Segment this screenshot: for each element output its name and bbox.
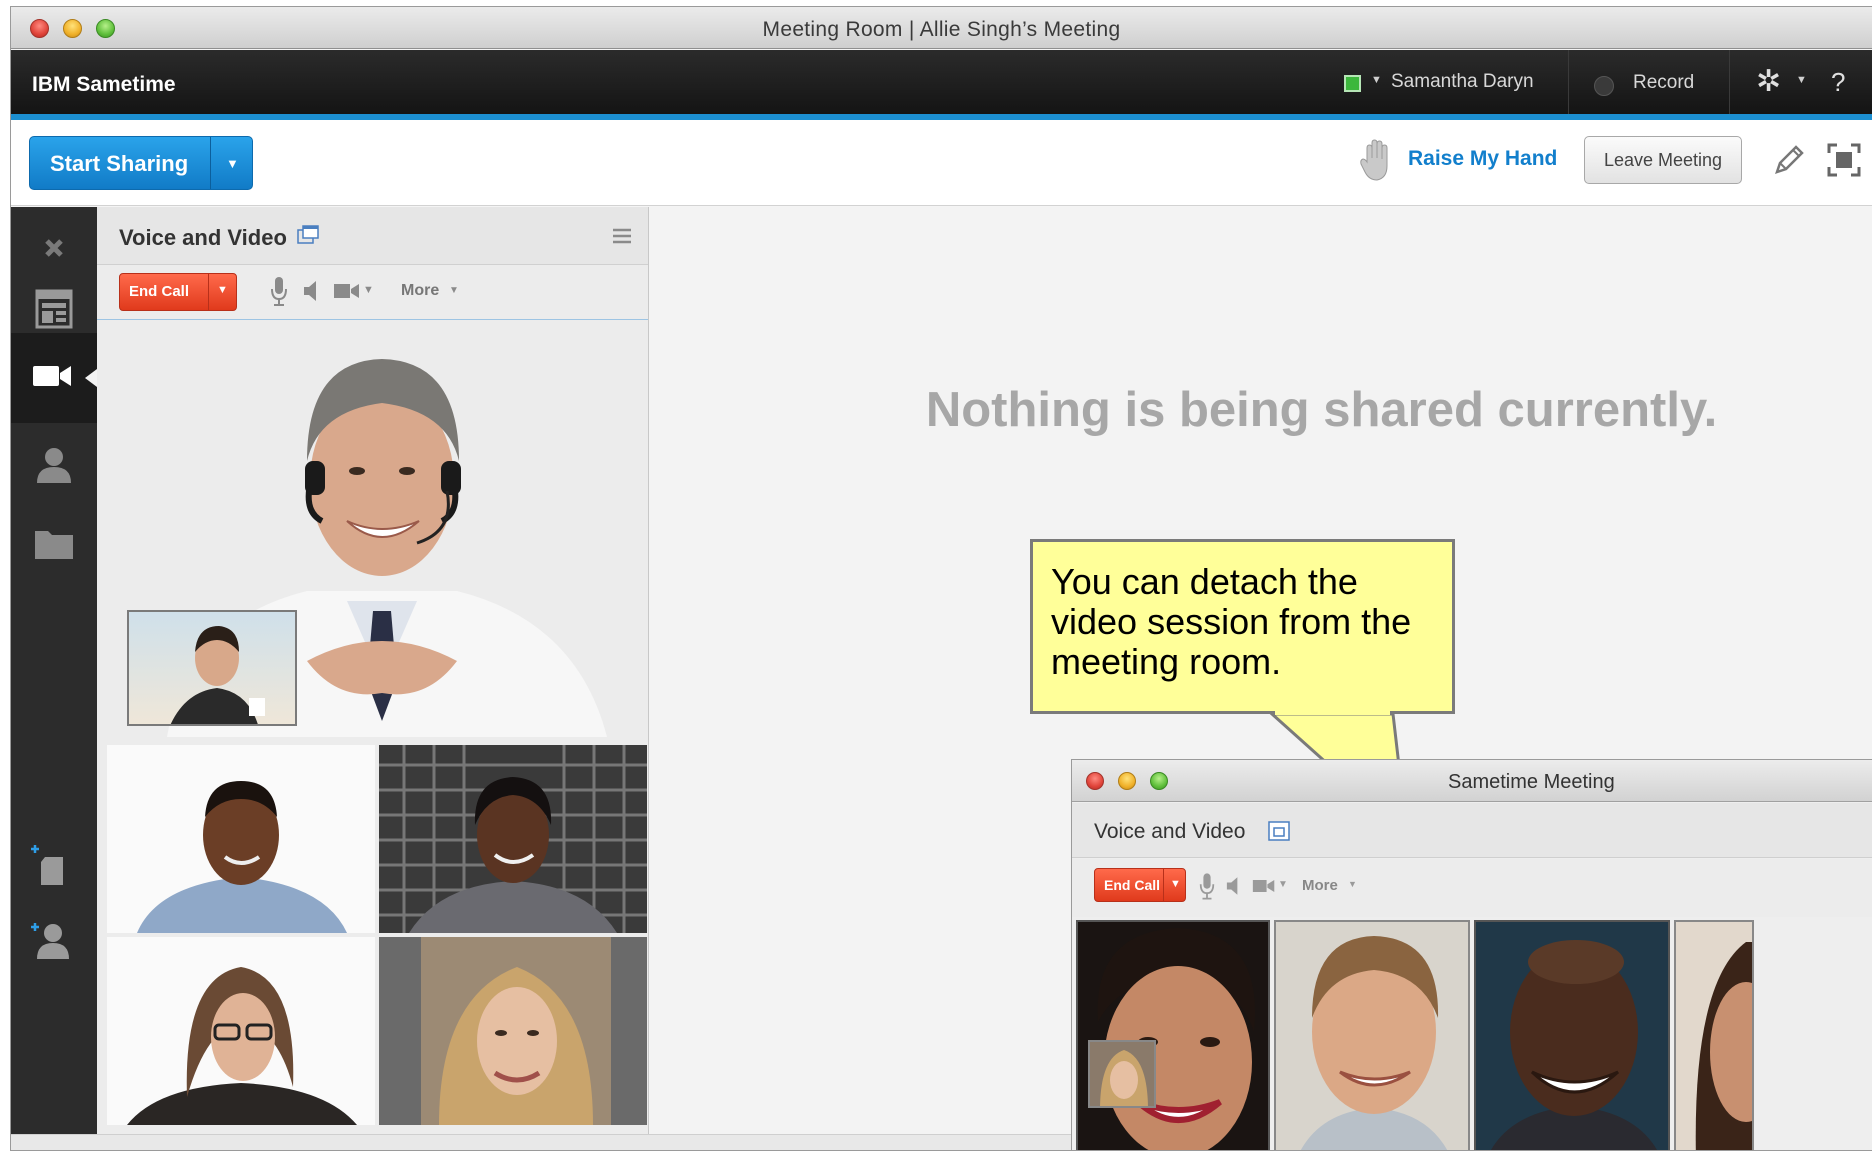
raise-hand-button[interactable]: Raise My Hand bbox=[1408, 147, 1557, 171]
participant-video bbox=[107, 937, 375, 1125]
app-header: IBM Sametime ▼ Samantha Daryn Record ✲ ▼… bbox=[11, 50, 1872, 114]
record-button[interactable]: Record bbox=[1633, 72, 1694, 94]
detached-title-bar: Sametime Meeting bbox=[1072, 760, 1872, 802]
participant-video bbox=[1676, 922, 1752, 1150]
rail-item-video[interactable] bbox=[11, 333, 97, 423]
record-icon[interactable] bbox=[1594, 76, 1614, 96]
voice-video-panel: Voice and Video End Call ▼ ▼ More ▼ bbox=[97, 207, 649, 1150]
rail-item-add-person[interactable] bbox=[11, 899, 97, 989]
horizontal-scrollbar[interactable] bbox=[11, 1134, 1071, 1150]
chevron-down-icon[interactable]: ▼ bbox=[217, 284, 228, 296]
title-bar: Meeting Room | Allie Singh’s Meeting bbox=[11, 7, 1872, 49]
raise-hand-icon[interactable] bbox=[1359, 138, 1393, 182]
rail-item-participants[interactable] bbox=[11, 423, 97, 513]
video-tile-participant[interactable] bbox=[107, 937, 375, 1125]
zoom-window-button[interactable] bbox=[1150, 772, 1168, 790]
self-view-video bbox=[129, 612, 295, 724]
participant-video bbox=[1476, 922, 1668, 1150]
panel-title: Voice and Video bbox=[119, 225, 287, 250]
video-tile-participant[interactable] bbox=[1474, 920, 1670, 1150]
detached-window-title: Sametime Meeting bbox=[1448, 771, 1615, 793]
end-call-label: End Call bbox=[129, 283, 190, 300]
speaker-icon[interactable] bbox=[1226, 875, 1240, 897]
camera-icon[interactable] bbox=[333, 282, 361, 300]
more-menu[interactable]: More bbox=[1302, 877, 1338, 894]
video-tile-participant[interactable] bbox=[1076, 920, 1270, 1150]
chevron-down-icon[interactable]: ▼ bbox=[363, 284, 374, 296]
video-tile-participant[interactable] bbox=[379, 745, 647, 933]
chevron-down-icon[interactable]: ▼ bbox=[1796, 74, 1807, 86]
leave-meeting-button[interactable]: Leave Meeting bbox=[1584, 136, 1742, 184]
callout-text: You can detach the video session from th… bbox=[1051, 561, 1412, 682]
video-tile-participant[interactable] bbox=[379, 937, 647, 1125]
end-call-label: End Call bbox=[1104, 877, 1161, 893]
self-view-thumbnail[interactable] bbox=[127, 610, 297, 726]
pencil-icon[interactable] bbox=[1771, 142, 1807, 178]
chevron-down-icon[interactable]: ▼ bbox=[1371, 74, 1382, 86]
dock-icon[interactable] bbox=[1268, 821, 1290, 841]
start-sharing-label: Start Sharing bbox=[50, 151, 189, 176]
self-view-video bbox=[1090, 1042, 1154, 1106]
microphone-icon[interactable] bbox=[269, 275, 289, 307]
divider bbox=[208, 274, 209, 310]
close-window-button[interactable] bbox=[1086, 772, 1104, 790]
start-sharing-button[interactable]: Start Sharing ▼ bbox=[29, 136, 253, 190]
participant-video bbox=[1276, 922, 1468, 1150]
tooltip-callout: You can detach the video session from th… bbox=[1030, 539, 1455, 714]
divider bbox=[1568, 50, 1569, 114]
microphone-icon[interactable] bbox=[1198, 871, 1216, 901]
camera-icon[interactable] bbox=[1252, 878, 1276, 894]
folder-icon bbox=[35, 531, 73, 559]
menu-icon[interactable] bbox=[611, 225, 633, 247]
selected-indicator bbox=[85, 369, 97, 387]
video-tile-participant[interactable] bbox=[107, 745, 375, 933]
chevron-down-icon[interactable]: ▼ bbox=[1348, 879, 1357, 889]
fullscreen-icon[interactable] bbox=[1826, 142, 1862, 178]
brand-name: IBM Sametime bbox=[32, 73, 176, 96]
participant-video bbox=[107, 745, 375, 933]
call-controls: End Call ▼ ▼ More ▼ bbox=[1072, 859, 1872, 917]
chevron-down-icon[interactable]: ▼ bbox=[449, 285, 459, 296]
layout-icon bbox=[35, 289, 73, 329]
video-tile-active-speaker[interactable] bbox=[107, 321, 647, 737]
add-file-icon bbox=[31, 845, 63, 885]
video-camera-icon bbox=[33, 366, 71, 386]
user-name-menu[interactable]: Samantha Daryn bbox=[1391, 71, 1534, 93]
participant-video bbox=[379, 937, 647, 1125]
meeting-window: Meeting Room | Allie Singh’s Meeting IBM… bbox=[10, 6, 1872, 1151]
window-title: Meeting Room | Allie Singh’s Meeting bbox=[762, 18, 1121, 41]
availability-status-icon[interactable] bbox=[1344, 75, 1361, 92]
end-call-button[interactable]: End Call ▼ bbox=[119, 273, 237, 311]
panel-header: Voice and Video bbox=[97, 207, 648, 265]
rail-item-files[interactable] bbox=[11, 501, 97, 591]
detached-video-window: Sametime Meeting Voice and Video End Cal… bbox=[1071, 759, 1872, 1150]
add-person-icon bbox=[31, 923, 69, 959]
video-tile-participant[interactable] bbox=[1274, 920, 1470, 1150]
divider bbox=[1729, 50, 1730, 114]
participant-video bbox=[379, 745, 647, 933]
chevron-down-icon[interactable]: ▼ bbox=[1278, 879, 1288, 890]
empty-share-message: Nothing is being shared currently. bbox=[925, 383, 1718, 437]
minimize-window-button[interactable] bbox=[1118, 772, 1136, 790]
divider bbox=[210, 137, 211, 189]
side-rail bbox=[11, 207, 97, 1150]
panel-title: Voice and Video bbox=[1094, 820, 1246, 843]
participant-video bbox=[1078, 922, 1268, 1150]
speaker-icon[interactable] bbox=[303, 279, 319, 303]
video-tile-participant[interactable] bbox=[1674, 920, 1754, 1150]
chevron-down-icon[interactable]: ▼ bbox=[1170, 878, 1181, 890]
more-menu[interactable]: More bbox=[401, 282, 439, 300]
divider bbox=[1163, 869, 1164, 901]
meeting-toolbar: Start Sharing ▼ Raise My Hand Leave Meet… bbox=[11, 120, 1872, 206]
popout-icon[interactable] bbox=[297, 225, 319, 245]
panel-header: Voice and Video bbox=[1072, 803, 1872, 858]
help-button[interactable]: ? bbox=[1831, 67, 1845, 98]
self-view-thumbnail[interactable] bbox=[1088, 1040, 1156, 1108]
gear-icon[interactable]: ✲ bbox=[1756, 64, 1781, 99]
person-icon bbox=[37, 448, 71, 483]
call-controls: End Call ▼ ▼ More ▼ bbox=[97, 265, 648, 320]
end-call-button[interactable]: End Call ▼ bbox=[1094, 868, 1186, 902]
chevron-down-icon[interactable]: ▼ bbox=[226, 156, 239, 171]
